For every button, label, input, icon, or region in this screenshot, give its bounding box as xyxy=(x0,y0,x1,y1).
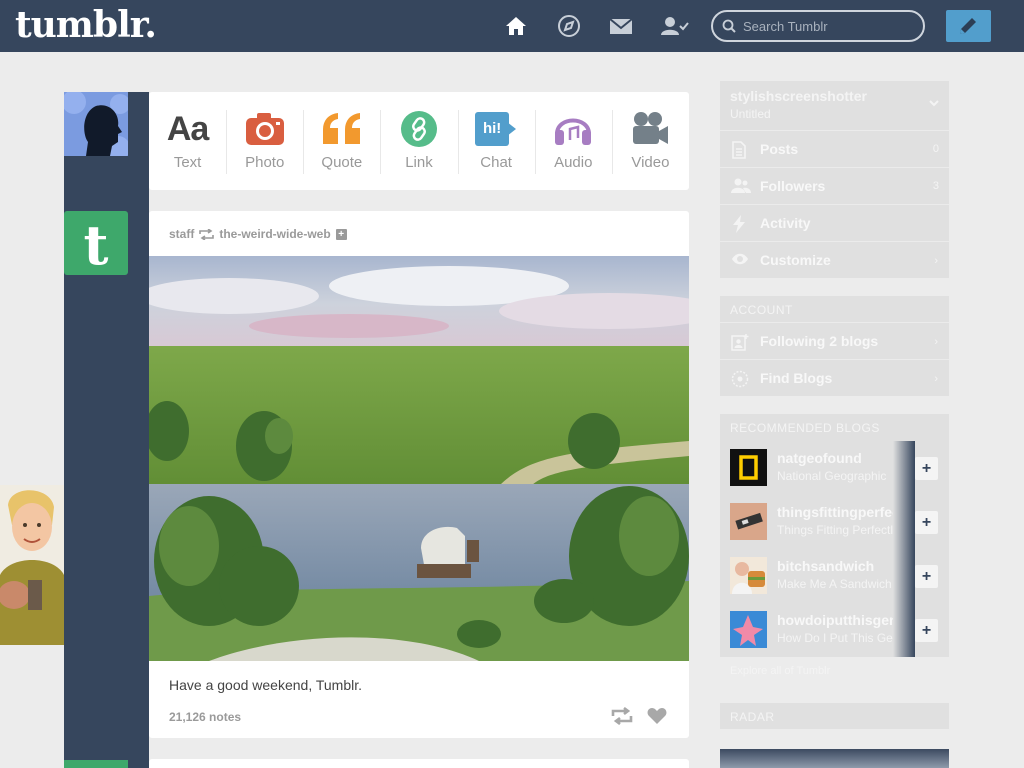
search-input[interactable] xyxy=(743,17,913,35)
sidebar-item-activity[interactable]: Activity xyxy=(720,204,949,241)
next-post-avatar[interactable] xyxy=(64,760,128,768)
post-chat-button[interactable]: hi! Chat xyxy=(457,92,535,190)
radar-section: RADAR xyxy=(720,703,949,729)
post-video-button[interactable]: Video xyxy=(611,92,689,190)
activity-icon xyxy=(733,215,745,233)
find-blogs-icon xyxy=(731,370,749,388)
explore-compass-icon[interactable] xyxy=(556,13,582,39)
next-post xyxy=(149,759,689,768)
explore-tumblr-link[interactable]: Explore all of Tumblr xyxy=(730,665,830,677)
sidebar-item-customize[interactable]: Customize › xyxy=(720,241,949,278)
tumblr-logo[interactable]: tumblr. xyxy=(15,4,157,46)
chevron-right-icon: › xyxy=(934,373,938,385)
eye-icon xyxy=(732,253,748,265)
blog-avatar xyxy=(730,611,767,648)
post-notes-count[interactable]: 21,126 notes xyxy=(169,710,241,724)
post-text-button[interactable]: Aa Text xyxy=(149,92,226,190)
account-section: ACCOUNT Following 2 blogs › Find Blogs › xyxy=(720,296,949,396)
inbox-mail-icon[interactable] xyxy=(608,13,634,39)
text-icon: Aa xyxy=(166,109,209,148)
sidebar-item-find-blogs[interactable]: Find Blogs › xyxy=(720,359,949,396)
post-quote-button[interactable]: Quote xyxy=(303,92,380,190)
sidebar-item-following[interactable]: Following 2 blogs › xyxy=(720,322,949,359)
sidebar-item-posts[interactable]: Posts 0 xyxy=(720,130,949,167)
post-header: staff the-weird-wide-web + xyxy=(169,227,347,241)
account-section-title: ACCOUNT xyxy=(730,303,793,317)
top-navigation-bar: tumblr. xyxy=(0,0,1024,52)
camera-icon xyxy=(226,92,303,152)
heart-like-icon[interactable] xyxy=(647,707,667,730)
post-caption: Have a good weekend, Tumblr. xyxy=(169,677,363,693)
reblogged-from-link[interactable]: the-weird-wide-web xyxy=(219,227,330,241)
follow-blog-button[interactable]: + xyxy=(915,511,938,534)
post-audio-button[interactable]: Audio xyxy=(534,92,612,190)
home-icon[interactable] xyxy=(503,13,529,39)
blog-name: stylishscreenshotter xyxy=(730,88,867,104)
following-icon xyxy=(731,334,749,351)
staff-avatar[interactable]: t xyxy=(64,211,128,277)
recommended-blogs: RECOMMENDED BLOGS natgeofound National G… xyxy=(720,414,949,657)
recommended-section-title: RECOMMENDED BLOGS xyxy=(730,421,880,435)
chevron-down-icon xyxy=(929,100,939,107)
follow-plus-icon[interactable]: + xyxy=(335,228,347,240)
side-photo xyxy=(0,485,64,645)
followers-count: 3 xyxy=(932,180,939,192)
link-icon xyxy=(380,92,457,152)
blog-menu: Posts 0 Followers 3 Activity Customize › xyxy=(720,130,949,278)
post-photo-button[interactable]: Photo xyxy=(226,92,303,190)
blog-avatar xyxy=(730,503,767,540)
post-link-button[interactable]: Link xyxy=(380,92,457,190)
posts-count: 0 xyxy=(932,143,939,155)
follow-blog-button[interactable]: + xyxy=(915,457,938,480)
quote-icon xyxy=(303,92,380,152)
blog-title: Untitled xyxy=(730,107,771,121)
followers-icon xyxy=(731,178,751,193)
search-icon xyxy=(722,19,736,33)
post-type-selector: Aa Text Photo Quote Link hi! Chat Audio … xyxy=(149,92,689,190)
dashboard-post: staff the-weird-wide-web + Have a good w… xyxy=(149,211,689,738)
posts-icon xyxy=(732,141,746,159)
blog-selector[interactable]: stylishscreenshotter Untitled xyxy=(720,81,949,130)
reblog-small-icon xyxy=(199,228,215,240)
dashboard-left-column xyxy=(64,92,149,768)
follow-blog-button[interactable]: + xyxy=(915,619,938,642)
my-avatar[interactable] xyxy=(64,92,128,156)
blog-avatar xyxy=(730,449,767,486)
account-menu-icon[interactable] xyxy=(660,13,690,39)
follow-blog-button[interactable]: + xyxy=(915,565,938,588)
chevron-right-icon: › xyxy=(934,336,938,348)
video-camera-icon xyxy=(612,92,689,152)
chat-icon: hi! xyxy=(458,92,535,152)
compose-post-button[interactable] xyxy=(946,10,991,42)
post-photo[interactable] xyxy=(149,256,689,661)
headphones-icon xyxy=(535,92,612,152)
sidebar-item-followers[interactable]: Followers 3 xyxy=(720,167,949,204)
recommended-fade-overlay xyxy=(893,441,915,657)
post-author-link[interactable]: staff xyxy=(169,227,194,241)
radar-post-image[interactable] xyxy=(720,749,949,768)
blog-avatar xyxy=(730,557,767,594)
radar-section-title: RADAR xyxy=(730,710,775,724)
pencil-icon xyxy=(960,18,976,34)
search-box[interactable] xyxy=(711,10,925,42)
chevron-right-icon: › xyxy=(934,255,938,267)
reblog-icon[interactable] xyxy=(611,706,633,730)
